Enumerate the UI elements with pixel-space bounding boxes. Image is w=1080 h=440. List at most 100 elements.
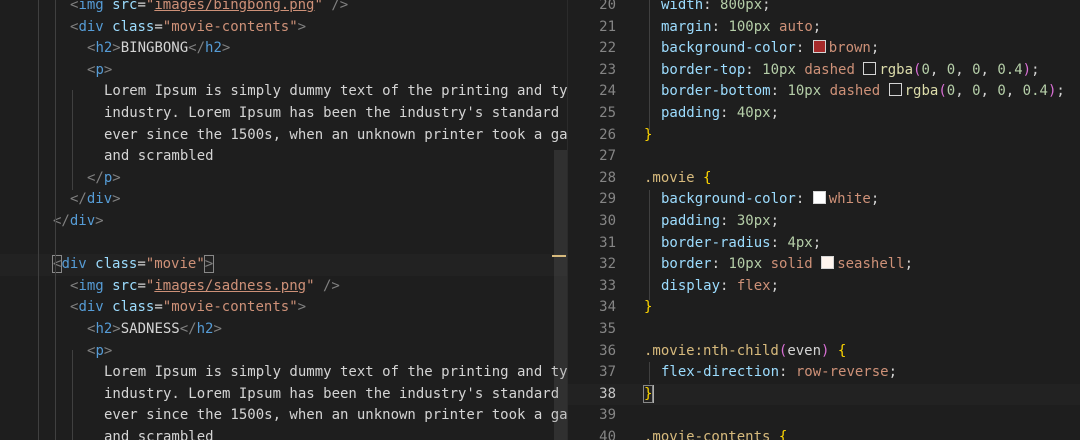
line-number[interactable]: 25: [568, 103, 644, 125]
right-code-line[interactable]: 39: [568, 405, 1080, 427]
right-code-line[interactable]: 21 margin: 100px auto;: [568, 17, 1080, 39]
right-code-line[interactable]: 32 border: 10px solid seashell;: [568, 254, 1080, 276]
code-text[interactable]: <p>: [87, 60, 112, 82]
right-code-line[interactable]: 20 width: 800px;: [568, 0, 1080, 17]
code-text[interactable]: padding: 30px;: [661, 211, 779, 233]
right-code-line[interactable]: 33 display: flex;: [568, 276, 1080, 298]
line-number[interactable]: 33: [568, 276, 644, 298]
code-text[interactable]: ever since the 1500s, when an unknown pr…: [104, 125, 568, 147]
code-text[interactable]: </p>: [87, 168, 121, 190]
right-code-line[interactable]: 22 background-color: brown;: [568, 38, 1080, 60]
code-text[interactable]: </div>: [53, 211, 104, 233]
code-text[interactable]: <h2>SADNESS</h2>: [87, 319, 222, 341]
line-number[interactable]: 32: [568, 254, 644, 276]
code-editor[interactable]: <img src="images/bingbong.png" /> <div cl…: [0, 0, 1080, 440]
line-number[interactable]: 36: [568, 341, 644, 363]
code-text[interactable]: <p>: [87, 341, 112, 363]
line-number[interactable]: 40: [568, 427, 644, 440]
code-text[interactable]: </div>: [70, 189, 121, 211]
right-code-line[interactable]: 27: [568, 146, 1080, 168]
code-text[interactable]: border-top: 10px dashed rgba(0, 0, 0, 0.…: [661, 60, 1040, 82]
code-text[interactable]: industry. Lorem Ipsum has been the indus…: [104, 384, 568, 406]
code-text[interactable]: border: 10px solid seashell;: [661, 254, 913, 276]
line-number[interactable]: 20: [568, 0, 644, 17]
left-code-line[interactable]: and scrambled: [0, 146, 568, 168]
code-text[interactable]: margin: 100px auto;: [661, 17, 821, 39]
right-code-line[interactable]: 31 border-radius: 4px;: [568, 233, 1080, 255]
code-text[interactable]: ever since the 1500s, when an unknown pr…: [104, 405, 568, 427]
right-code-line[interactable]: 30 padding: 30px;: [568, 211, 1080, 233]
code-text[interactable]: padding: 40px;: [661, 103, 779, 125]
code-text[interactable]: .movie-contents {: [644, 427, 787, 440]
code-text[interactable]: and scrambled: [104, 146, 214, 168]
right-code-line[interactable]: 36 .movie:nth-child(even) {: [568, 341, 1080, 363]
right-code-line[interactable]: 37 flex-direction: row-reverse;: [568, 362, 1080, 384]
code-text[interactable]: .movie {: [644, 168, 711, 190]
line-number[interactable]: 38: [568, 384, 644, 406]
code-text[interactable]: display: flex;: [661, 276, 779, 298]
left-code-line[interactable]: <p>: [0, 341, 568, 363]
code-text[interactable]: Lorem Ipsum is simply dummy text of the …: [104, 362, 568, 384]
right-code-line[interactable]: 40 .movie-contents {: [568, 427, 1080, 440]
line-number[interactable]: 39: [568, 405, 644, 427]
color-swatch-icon[interactable]: [812, 191, 826, 205]
right-code-line[interactable]: 26}: [568, 125, 1080, 147]
color-swatch-icon[interactable]: [888, 83, 902, 97]
left-code-line[interactable]: ever since the 1500s, when an unknown pr…: [0, 405, 568, 427]
left-code-line[interactable]: industry. Lorem Ipsum has been the indus…: [0, 103, 568, 125]
left-code-line[interactable]: <img src="images/sadness.png" />: [0, 276, 568, 298]
left-code-line[interactable]: [0, 233, 568, 255]
code-text[interactable]: background-color: brown;: [661, 38, 879, 60]
line-number[interactable]: 29: [568, 189, 644, 211]
left-code-line[interactable]: <p>: [0, 60, 568, 82]
code-text[interactable]: }: [644, 297, 652, 319]
right-code-line[interactable]: 28 .movie {: [568, 168, 1080, 190]
code-text[interactable]: Lorem Ipsum is simply dummy text of the …: [104, 81, 568, 103]
code-text[interactable]: background-color: white;: [661, 189, 879, 211]
right-code-line[interactable]: 34}: [568, 297, 1080, 319]
left-code-line[interactable]: <div class="movie-contents">: [0, 297, 568, 319]
left-code-line[interactable]: ever since the 1500s, when an unknown pr…: [0, 125, 568, 147]
left-code-line[interactable]: Lorem Ipsum is simply dummy text of the …: [0, 81, 568, 103]
html-code-lines[interactable]: <img src="images/bingbong.png" /> <div cl…: [0, 0, 568, 440]
code-text[interactable]: }: [642, 384, 655, 406]
code-text[interactable]: border-radius: 4px;: [661, 233, 821, 255]
left-code-line[interactable]: <div class="movie">: [0, 254, 568, 276]
left-code-line[interactable]: and scrambled: [0, 427, 568, 440]
code-text[interactable]: industry. Lorem Ipsum has been the indus…: [104, 103, 568, 125]
css-code-lines[interactable]: 20 width: 800px; 21 margin: 100px auto; 22 ba…: [568, 0, 1080, 440]
line-number[interactable]: 28: [568, 168, 644, 190]
code-text[interactable]: width: 800px;: [661, 0, 771, 17]
code-text[interactable]: .movie:nth-child(even) {: [644, 341, 846, 363]
line-number[interactable]: 27: [568, 146, 644, 168]
right-code-line[interactable]: 38}: [568, 383, 1080, 406]
left-code-line[interactable]: </p>: [0, 168, 568, 190]
left-code-line[interactable]: <img src="images/bingbong.png" />: [0, 0, 568, 17]
code-text[interactable]: <img src="images/bingbong.png" />: [70, 0, 348, 17]
line-number[interactable]: 24: [568, 81, 644, 103]
left-code-line[interactable]: industry. Lorem Ipsum has been the indus…: [0, 384, 568, 406]
left-code-line[interactable]: Lorem Ipsum is simply dummy text of the …: [0, 362, 568, 384]
line-number[interactable]: 26: [568, 125, 644, 147]
left-code-line[interactable]: </div>: [0, 211, 568, 233]
code-text[interactable]: <img src="images/sadness.png" />: [70, 276, 340, 298]
right-code-line[interactable]: 35: [568, 319, 1080, 341]
code-text[interactable]: <div class="movie">: [51, 254, 215, 276]
line-number[interactable]: 37: [568, 362, 644, 384]
code-text[interactable]: flex-direction: row-reverse;: [661, 362, 897, 384]
css-editor-pane[interactable]: 20 width: 800px; 21 margin: 100px auto; 22 ba…: [568, 0, 1080, 440]
color-swatch-icon[interactable]: [812, 40, 826, 54]
code-text[interactable]: <div class="movie-contents">: [70, 17, 306, 39]
color-swatch-icon[interactable]: [863, 61, 877, 75]
line-number[interactable]: 22: [568, 38, 644, 60]
right-code-line[interactable]: 25 padding: 40px;: [568, 103, 1080, 125]
left-code-line[interactable]: <h2>SADNESS</h2>: [0, 319, 568, 341]
html-editor-pane[interactable]: <img src="images/bingbong.png" /> <div cl…: [0, 0, 568, 440]
code-text[interactable]: and scrambled: [104, 427, 214, 440]
right-code-line[interactable]: 24 border-bottom: 10px dashed rgba(0, 0, …: [568, 81, 1080, 103]
line-number[interactable]: 23: [568, 60, 644, 82]
line-number[interactable]: 30: [568, 211, 644, 233]
code-text[interactable]: <div class="movie-contents">: [70, 297, 306, 319]
code-text[interactable]: <h2>BINGBONG</h2>: [87, 38, 230, 60]
left-code-line[interactable]: <div class="movie-contents">: [0, 17, 568, 39]
